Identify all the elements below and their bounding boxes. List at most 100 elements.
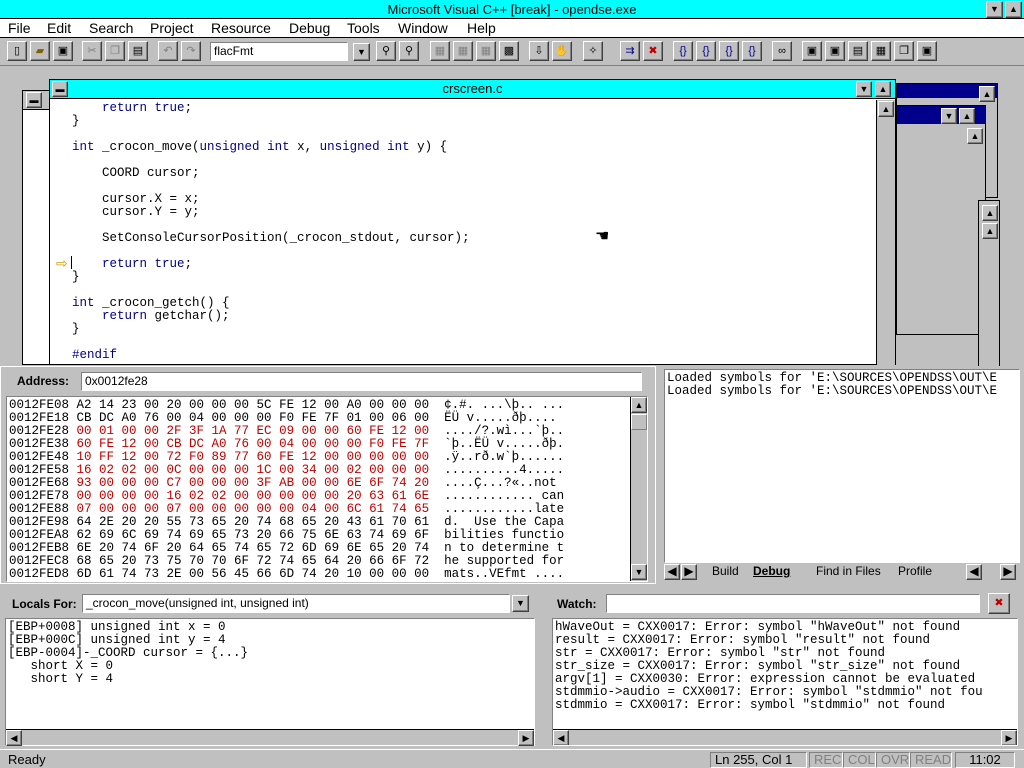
memory-scroll-up[interactable]: ▲ <box>631 397 647 413</box>
editor-maximize-button[interactable]: ▲ <box>875 81 891 97</box>
output-hscroll-right[interactable]: ▶ <box>1000 564 1016 580</box>
output-hscroll-left[interactable]: ◀ <box>966 564 982 580</box>
registers-window-button[interactable]: ▤ <box>848 41 868 61</box>
background-window-3-scroll-up[interactable]: ▲ <box>982 205 998 221</box>
memory-scroll-down[interactable]: ▼ <box>631 564 647 580</box>
step-into-button[interactable]: {} <box>673 41 693 61</box>
editor-sysmenu-button[interactable]: ▬ <box>52 81 68 97</box>
menu-debug[interactable]: Debug <box>289 19 330 37</box>
find-combo[interactable]: flacFmt <box>210 42 348 61</box>
hand-button[interactable]: ✋ <box>552 41 572 61</box>
browse-button[interactable]: ✧ <box>583 41 603 61</box>
tab-find-in-files[interactable]: Find in Files <box>816 564 881 578</box>
status-rec: REC <box>809 752 843 768</box>
background-window-3[interactable]: ▲ ▲ <box>978 200 1000 375</box>
locals-window-button[interactable]: ▣ <box>825 41 845 61</box>
maximize-button[interactable]: ▲ <box>1005 1 1022 18</box>
locals-view[interactable]: [EBP+0008] unsigned int x = 0 [EBP+000C] … <box>5 618 535 746</box>
locals-scroll-left[interactable]: ◀ <box>6 730 22 746</box>
background-window-1-scroll-up[interactable]: ▲ <box>979 86 995 102</box>
tab-scroll-left[interactable]: ◀ <box>664 564 680 580</box>
tab-build[interactable]: Build <box>712 564 739 578</box>
copy-button[interactable]: ❐ <box>105 41 125 61</box>
locals-context-dropdown[interactable]: ▼ <box>512 595 529 612</box>
menu-help[interactable]: Help <box>467 19 496 37</box>
locals-scroll-right[interactable]: ▶ <box>518 730 534 746</box>
right-arrow-icon: ▶ <box>522 732 530 743</box>
menu-search[interactable]: Search <box>89 19 133 37</box>
menu-edit[interactable]: Edit <box>47 19 71 37</box>
save-button[interactable]: ▣ <box>53 41 73 61</box>
new-file-button[interactable]: ▯ <box>7 41 27 61</box>
scissors-icon: ✂ <box>87 44 97 57</box>
menu-file[interactable]: File <box>8 19 31 37</box>
output-line: Loaded symbols for 'E:\SOURCES\OPENDSS\O… <box>667 384 998 398</box>
code-line: return getchar(); <box>102 309 230 323</box>
locals-hscrollbar[interactable]: ◀ ▶ <box>6 729 534 746</box>
code-editor[interactable]: return true;} int _crocon_move(unsigned … <box>72 102 470 362</box>
down-arrow-icon: ▼ <box>634 566 644 577</box>
editor-minimize-button[interactable]: ▼ <box>856 81 872 97</box>
memory-view[interactable]: 0012FE08 A2 14 23 00 20 00 00 00 5C FE 1… <box>6 396 648 582</box>
watch-hscrollbar[interactable]: ◀ ▶ <box>553 729 1017 745</box>
stop-build-button[interactable]: ▩ <box>499 41 519 61</box>
background-window-3-scroll-up-2[interactable]: ▲ <box>982 223 998 239</box>
memory-scroll-thumb[interactable] <box>631 414 647 430</box>
paste-button[interactable]: ▤ <box>128 41 148 61</box>
background-window-2-maximize[interactable]: ▼ <box>941 108 957 124</box>
go-button[interactable]: ⇩ <box>529 41 549 61</box>
step-over-button[interactable]: {} <box>696 41 716 61</box>
right-arrow-icon: ▶ <box>684 564 694 578</box>
editor-scroll-up[interactable]: ▲ <box>878 101 894 117</box>
call-stack-button[interactable]: ❐ <box>894 41 914 61</box>
watch-view[interactable]: hWaveOut = CXX0017: Error: symbol "hWave… <box>552 618 1018 746</box>
menu-window[interactable]: Window <box>398 19 448 37</box>
find-button[interactable]: ⚲ <box>376 41 396 61</box>
restart-button[interactable]: ⇉ <box>620 41 640 61</box>
minimize-button[interactable]: ▼ <box>986 1 1003 18</box>
tab-scroll-right[interactable]: ▶ <box>681 564 697 580</box>
find-in-files-button[interactable]: ⚲ <box>399 41 419 61</box>
address-input[interactable]: 0x0012fe28 <box>81 372 642 391</box>
rebuild-all-button[interactable]: ▦ <box>476 41 496 61</box>
editor-vscrollbar[interactable]: ▲ <box>876 100 895 365</box>
watch-window-button[interactable]: ▣ <box>802 41 822 61</box>
background-window-left-sysmenu[interactable]: ▬ <box>26 92 42 108</box>
glasses-icon: ∞ <box>778 44 786 57</box>
locals-context-combo[interactable]: _crocon_move(unsigned int, unsigned int) <box>82 594 510 613</box>
background-window-2-scroll-up-2[interactable]: ▲ <box>967 128 983 144</box>
background-window-2[interactable]: ▼ ▲ ▲ <box>896 105 986 335</box>
open-button[interactable]: ▰ <box>30 41 50 61</box>
compile-button[interactable]: ▦ <box>430 41 450 61</box>
mdi-client-area: ▲ ▼ ▲ ▲ ▲ ▲ ▬ ▬ crscreen.c ▼ ▲ return tr… <box>0 67 1024 375</box>
memory-window-button[interactable]: ▦ <box>871 41 891 61</box>
quickwatch-button[interactable]: ∞ <box>772 41 792 61</box>
step-out-button[interactable]: {} <box>719 41 739 61</box>
stop-debugging-button[interactable]: ✖ <box>643 41 663 61</box>
watch-scroll-left[interactable]: ◀ <box>553 730 569 745</box>
disassembly-button[interactable]: ▣ <box>917 41 937 61</box>
undo-button[interactable]: ↶ <box>158 41 178 61</box>
left-arrow-icon: ◀ <box>667 564 677 578</box>
editor-window[interactable]: ▬ crscreen.c ▼ ▲ return true;} int _croc… <box>49 79 896 365</box>
tab-profile[interactable]: Profile <box>898 564 932 578</box>
memory-hex: 00 00 00 00 16 02 02 00 00 00 00 00 20 6… <box>76 489 430 503</box>
tab-debug[interactable]: Debug <box>753 564 790 578</box>
run-to-cursor-button[interactable]: {} <box>742 41 762 61</box>
watch-input[interactable] <box>606 594 980 613</box>
build-button[interactable]: ▦ <box>453 41 473 61</box>
menu-tools[interactable]: Tools <box>347 19 380 37</box>
memory-ascii: ....Ç...?«..not <box>444 476 565 490</box>
menu-resource[interactable]: Resource <box>211 19 271 37</box>
background-window-2-scroll-up[interactable]: ▲ <box>959 108 975 124</box>
memory-vscrollbar[interactable]: ▲ ▼ <box>630 397 647 581</box>
output-view[interactable]: Loaded symbols for 'E:\SOURCES\OPENDSS\O… <box>664 369 1020 563</box>
menu-project[interactable]: Project <box>150 19 194 37</box>
cut-button[interactable]: ✂ <box>82 41 102 61</box>
watch-scroll-right[interactable]: ▶ <box>1001 730 1017 745</box>
background-window-left[interactable]: ▬ <box>22 90 52 365</box>
watch-delete-button[interactable]: ✖ <box>988 593 1010 614</box>
redo-button[interactable]: ↷ <box>181 41 201 61</box>
find-combo-dropdown[interactable]: ▼ <box>353 43 370 61</box>
editor-titlebar[interactable]: ▬ crscreen.c ▼ ▲ <box>50 80 895 99</box>
